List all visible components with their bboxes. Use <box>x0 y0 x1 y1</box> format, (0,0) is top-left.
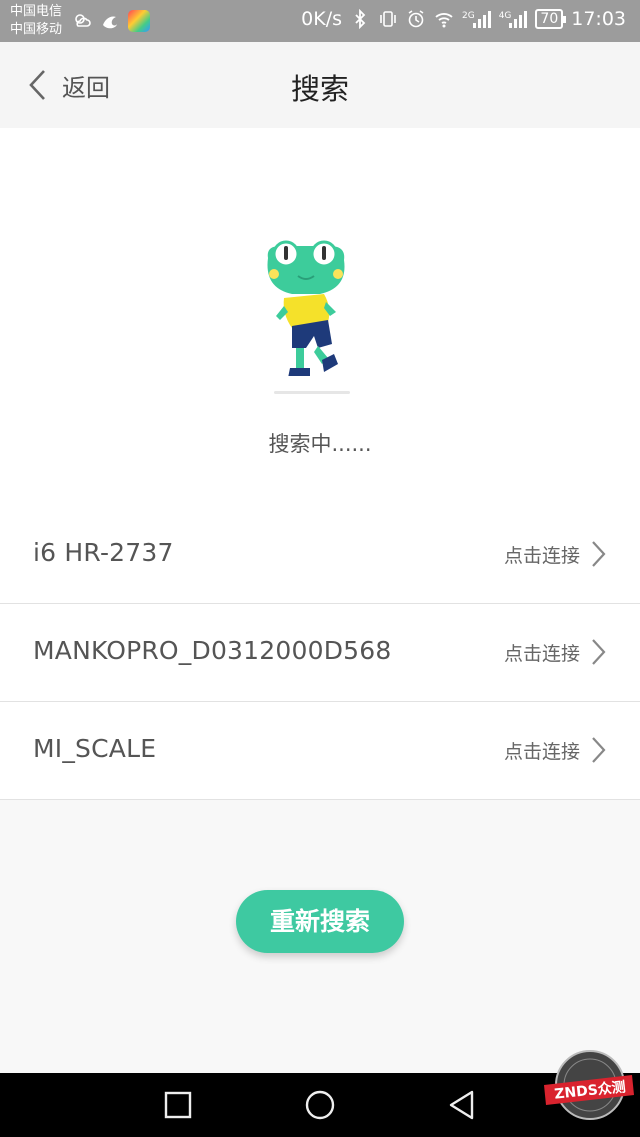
signal-4g-icon: 4G <box>499 10 528 28</box>
chevron-right-icon <box>592 541 606 567</box>
search-status-text: 搜索中...... <box>268 432 372 456</box>
network-speed: 0K/s <box>301 8 342 30</box>
back-triangle-icon[interactable] <box>446 1089 478 1121</box>
main-content: 搜索中...... i6 HR-2737 点击连接 MANKOPRO_D0312… <box>0 128 640 1073</box>
notification-icons <box>72 10 150 32</box>
status-bar: 中国电信 中国移动 0K/s 2G 4G 70 17:03 <box>0 0 640 42</box>
device-list: i6 HR-2737 点击连接 MANKOPRO_D0312000D568 点击… <box>0 506 640 800</box>
device-name: MI_SCALE <box>33 734 157 763</box>
bluetooth-icon <box>355 9 366 29</box>
page-title: 搜索 <box>290 72 349 106</box>
connect-label: 点击连接 <box>503 544 580 567</box>
status-right: 0K/s 2G 4G 70 17:03 <box>301 8 626 30</box>
carrier-2: 中国移动 <box>10 22 63 37</box>
znds-watermark-logo: ZNDS众测 <box>544 1050 634 1120</box>
connect-button[interactable]: 点击连接 <box>504 638 606 666</box>
home-icon[interactable] <box>304 1089 336 1121</box>
nav-bar: 返回 搜索 <box>0 42 640 128</box>
device-name: i6 HR-2737 <box>33 538 174 567</box>
connect-label: 点击连接 <box>503 642 580 665</box>
battery-indicator: 70 <box>535 9 567 29</box>
device-row[interactable]: MANKOPRO_D0312000D568 点击连接 <box>0 604 640 702</box>
recent-apps-icon[interactable] <box>162 1089 194 1121</box>
frog-mascot-icon <box>267 240 350 394</box>
uc-browser-icon <box>103 16 117 29</box>
carrier-1: 中国电信 <box>10 4 63 19</box>
chevron-right-icon <box>592 737 606 763</box>
rescan-button[interactable]: 重新搜索 <box>236 890 404 953</box>
alarm-icon <box>408 10 424 28</box>
device-row[interactable]: i6 HR-2737 点击连接 <box>0 506 640 604</box>
connect-label: 点击连接 <box>503 740 580 763</box>
chevron-right-icon <box>592 639 606 665</box>
connect-button[interactable]: 点击连接 <box>504 736 606 764</box>
signal-2g-icon: 2G <box>462 10 491 28</box>
search-status-area: 搜索中...... <box>0 128 640 506</box>
wifi-icon <box>435 13 453 28</box>
vibrate-icon <box>380 11 396 27</box>
connect-button[interactable]: 点击连接 <box>504 540 606 568</box>
device-name: MANKOPRO_D0312000D568 <box>33 636 392 665</box>
clock: 17:03 <box>571 8 626 30</box>
app-badge-icon <box>128 10 150 32</box>
carrier-info: 中国电信 中国移动 <box>10 3 62 39</box>
device-row[interactable]: MI_SCALE 点击连接 <box>0 702 640 800</box>
weather-icon <box>75 14 91 27</box>
